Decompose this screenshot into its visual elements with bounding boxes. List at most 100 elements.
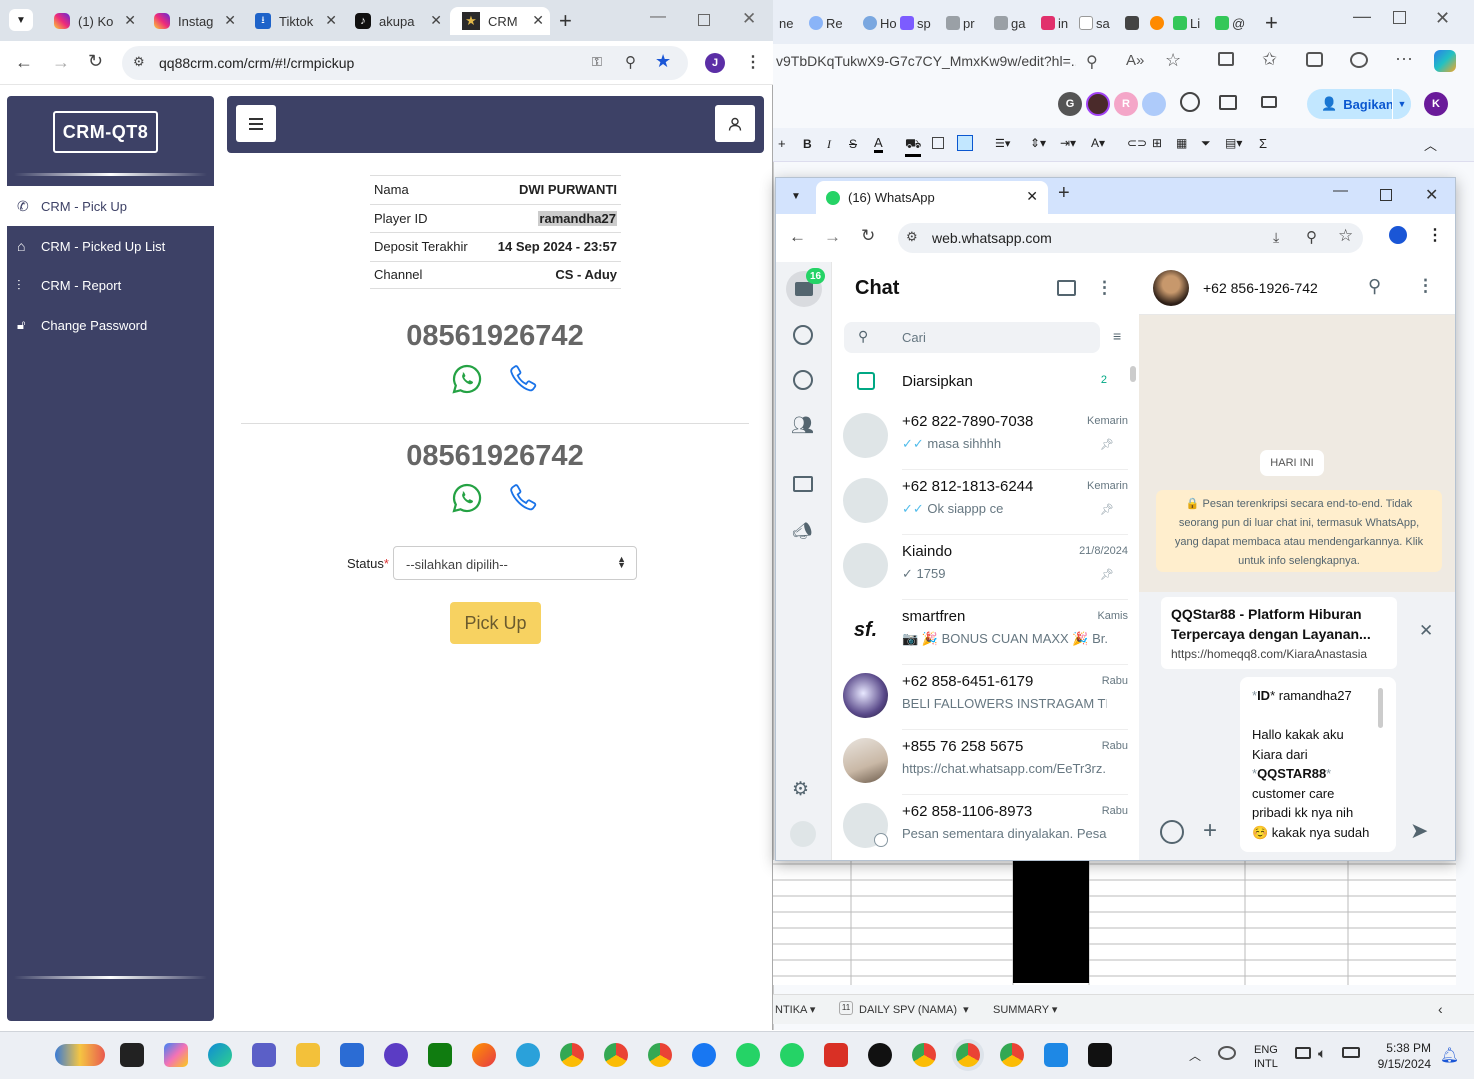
back-icon[interactable]: ← (15, 52, 33, 73)
app-icon[interactable] (868, 1043, 892, 1067)
close-tab-icon[interactable]: ✕ (124, 12, 136, 29)
profile-avatar[interactable] (1389, 226, 1407, 244)
maximize-icon[interactable] (1393, 11, 1406, 24)
widgets-icon[interactable] (55, 1044, 105, 1066)
profile-icon[interactable] (790, 821, 816, 847)
minimize-icon[interactable]: — (1353, 6, 1371, 27)
system-clock[interactable]: 5:38 PM 9/15/2024 (1375, 1040, 1431, 1072)
whatsapp-icon[interactable] (451, 482, 483, 514)
more-collaborators-icon[interactable] (1142, 92, 1166, 116)
bg-tab-6[interactable]: ga (994, 12, 1025, 34)
zoom-icon[interactable]: ⚲ (1306, 228, 1317, 246)
sidebar-item-picked-up-list[interactable]: ⌂ CRM - Picked Up List (7, 226, 214, 266)
close-tab-icon[interactable]: ✕ (1026, 188, 1038, 205)
sheets-url-text[interactable]: v9TbDKqTukwX9-G7c7CY_MmxKw9w/edit?hl=... (776, 53, 1076, 69)
communities-icon[interactable]: 👥︎ (791, 415, 814, 436)
bg-tab-11[interactable]: Li (1173, 12, 1200, 34)
chrome-icon[interactable] (604, 1043, 628, 1067)
favorite-star-icon[interactable]: ☆ (1165, 50, 1181, 71)
new-tab-icon[interactable]: + (559, 8, 572, 34)
sidebar-item-pick-up[interactable]: ✆ CRM - Pick Up (7, 186, 214, 226)
scroll-left-icon[interactable]: ‹ (1438, 1001, 1443, 1017)
bg-tab-10[interactable] (1150, 12, 1164, 34)
maximize-icon[interactable] (1380, 189, 1392, 201)
anydesk-icon[interactable] (824, 1043, 848, 1067)
collaborator-avatar[interactable]: R (1114, 92, 1138, 116)
chat-item[interactable]: +62 858-6451-6179 Rabu BELI FALLOWERS IN… (843, 665, 1128, 730)
reload-icon[interactable]: ↻ (861, 226, 875, 246)
channels-icon[interactable] (793, 370, 813, 390)
whatsapp-icon[interactable] (736, 1043, 760, 1067)
bg-tab-8[interactable]: sa (1079, 12, 1110, 34)
chat-item[interactable]: +62 822-7890-7038 Kemarin ✓✓ masa sihhhh… (843, 405, 1128, 470)
more-menu-icon[interactable]: ⋮ (1096, 278, 1113, 298)
chat-app-icon[interactable] (384, 1043, 408, 1067)
player-id-value[interactable]: ramandha27 (538, 210, 617, 226)
strikethrough-icon[interactable]: S (849, 137, 857, 151)
chrome-icon[interactable] (956, 1043, 980, 1067)
fill-color-icon[interactable]: ⛟ (905, 136, 922, 157)
close-tab-icon[interactable]: ✕ (532, 12, 544, 29)
attach-plus-icon[interactable]: + (1203, 817, 1217, 845)
crm-tab-1[interactable]: (1) Ko ✕ (42, 7, 142, 35)
chat-item[interactable]: +62 812-1813-6244 Kemarin ✓✓ Ok siappp c… (843, 470, 1128, 535)
conversation-header[interactable]: +62 856-1926-742 ⚲ ⋮ (1139, 262, 1455, 315)
whatsapp-tab[interactable]: (16) WhatsApp ✕ (816, 181, 1048, 214)
reload-icon[interactable]: ↻ (88, 51, 103, 72)
close-tab-icon[interactable]: ✕ (430, 12, 442, 29)
split-screen-icon[interactable] (1218, 52, 1234, 66)
crm-logo[interactable]: CRM-QT8 (53, 111, 158, 153)
copilot-icon[interactable] (164, 1043, 188, 1067)
sheet-tab[interactable]: DAILY SPV (NAMA) ▾ (859, 1003, 969, 1016)
whatsapp-icon[interactable] (780, 1043, 804, 1067)
tab-search-icon[interactable]: ▼ (785, 186, 807, 206)
bg-tab-1[interactable]: ne (779, 12, 793, 34)
collections-icon[interactable] (1306, 52, 1323, 67)
chrome-icon[interactable] (912, 1043, 936, 1067)
settings-icon[interactable]: ⚙ (792, 778, 809, 801)
chrome-icon[interactable] (1000, 1043, 1024, 1067)
status-icon[interactable] (793, 325, 813, 345)
bg-tab-12[interactable]: @ (1215, 12, 1245, 34)
xbox-icon[interactable] (428, 1043, 452, 1067)
phone-call-icon[interactable] (507, 363, 539, 395)
file-explorer-icon[interactable] (296, 1043, 320, 1067)
chat-item[interactable]: +855 76 258 5675 Rabu https://chat.whats… (843, 730, 1128, 795)
meet-icon[interactable] (1261, 96, 1277, 108)
zoom-icon[interactable]: ⚲ (625, 53, 636, 71)
contact-avatar[interactable] (1153, 270, 1189, 306)
more-menu-icon[interactable]: ⋮ (1427, 225, 1443, 245)
minimize-icon[interactable]: — (1333, 182, 1348, 199)
collapse-toolbar-icon[interactable]: ︿ (1424, 135, 1437, 154)
merge-cells-icon[interactable] (957, 135, 973, 151)
chat-item[interactable]: sf. smartfren Kamis 📷 🎉 BONUS CUAN MAXX … (843, 600, 1128, 665)
zoom-icon[interactable]: ⚲ (1086, 52, 1098, 72)
filter-icon[interactable]: ⏷ (1201, 136, 1211, 151)
forward-icon[interactable]: → (824, 227, 841, 247)
close-icon[interactable]: ✕ (742, 9, 756, 29)
sheet-tab[interactable]: SUMMARY ▾ (993, 1003, 1057, 1016)
borders-icon[interactable] (932, 137, 944, 149)
text-color-icon[interactable]: A (874, 135, 883, 153)
tray-expand-icon[interactable]: ︿ (1189, 1047, 1201, 1064)
task-view-icon[interactable] (120, 1043, 144, 1067)
sidebar-item-report[interactable]: ⫶ CRM - Report (7, 265, 214, 305)
close-icon[interactable]: ✕ (1435, 8, 1450, 29)
business-tools-icon[interactable] (793, 476, 813, 492)
crm-tab-4[interactable]: ♪ akupa ✕ (343, 7, 448, 35)
sheet-grid[interactable] (773, 860, 1456, 985)
store-icon[interactable] (340, 1043, 364, 1067)
bg-tab-3[interactable]: Ho (863, 12, 897, 34)
collaborator-avatar[interactable]: G (1058, 92, 1082, 116)
user-menu-button[interactable] (715, 105, 755, 142)
bookmark-star-icon[interactable]: ★ (655, 51, 671, 72)
chrome-icon[interactable] (648, 1043, 672, 1067)
password-key-icon[interactable]: ⚿ (592, 54, 602, 70)
install-app-icon[interactable]: ⤓ (1273, 229, 1279, 246)
functions-icon[interactable]: Σ (1259, 136, 1267, 151)
chart-icon[interactable]: ▦ (1176, 136, 1187, 150)
facebook-icon[interactable] (692, 1043, 716, 1067)
more-menu-icon[interactable]: ⋮ (745, 52, 761, 72)
chat-list-scrollbar[interactable] (1130, 366, 1136, 382)
filter-icon[interactable]: ≡ (1113, 328, 1121, 344)
